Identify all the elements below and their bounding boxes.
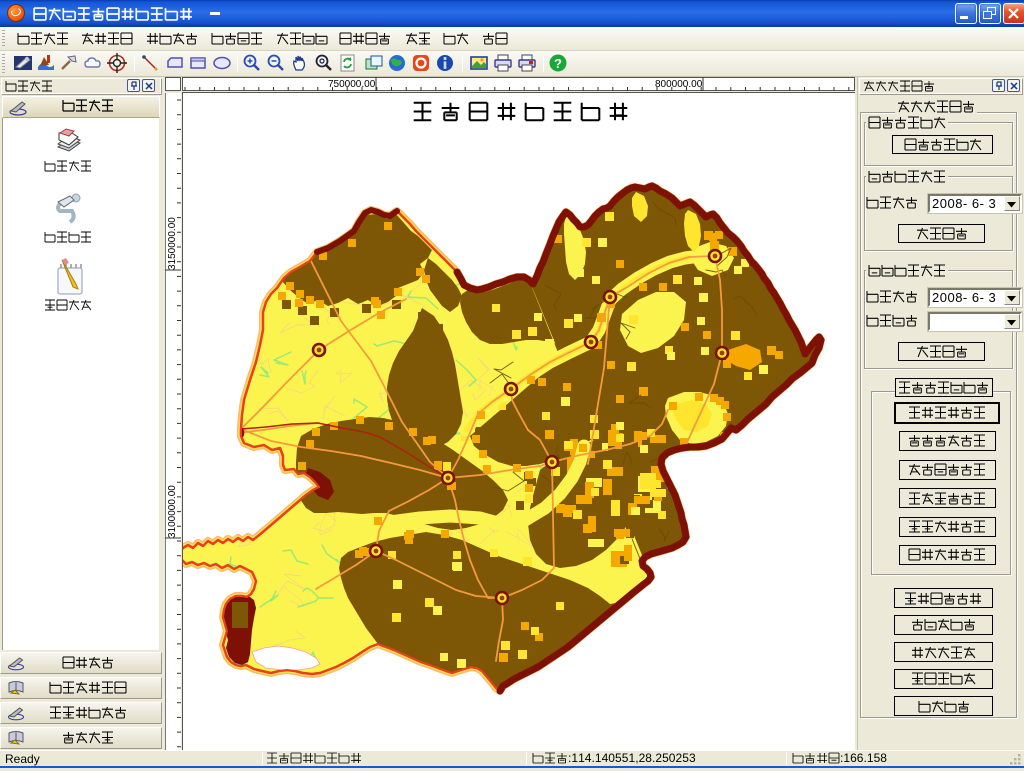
svg-text:750000.00: 750000.00 — [328, 79, 376, 90]
svg-text:3150000.00: 3150000.00 — [167, 217, 178, 270]
svg-text:3: 3 — [689, 751, 696, 765]
svg-text:8: 8 — [880, 751, 887, 765]
svg-text:800000.00: 800000.00 — [655, 79, 703, 90]
svg-text:3100000.00: 3100000.00 — [167, 485, 178, 538]
svg-text:?: ? — [554, 56, 562, 71]
